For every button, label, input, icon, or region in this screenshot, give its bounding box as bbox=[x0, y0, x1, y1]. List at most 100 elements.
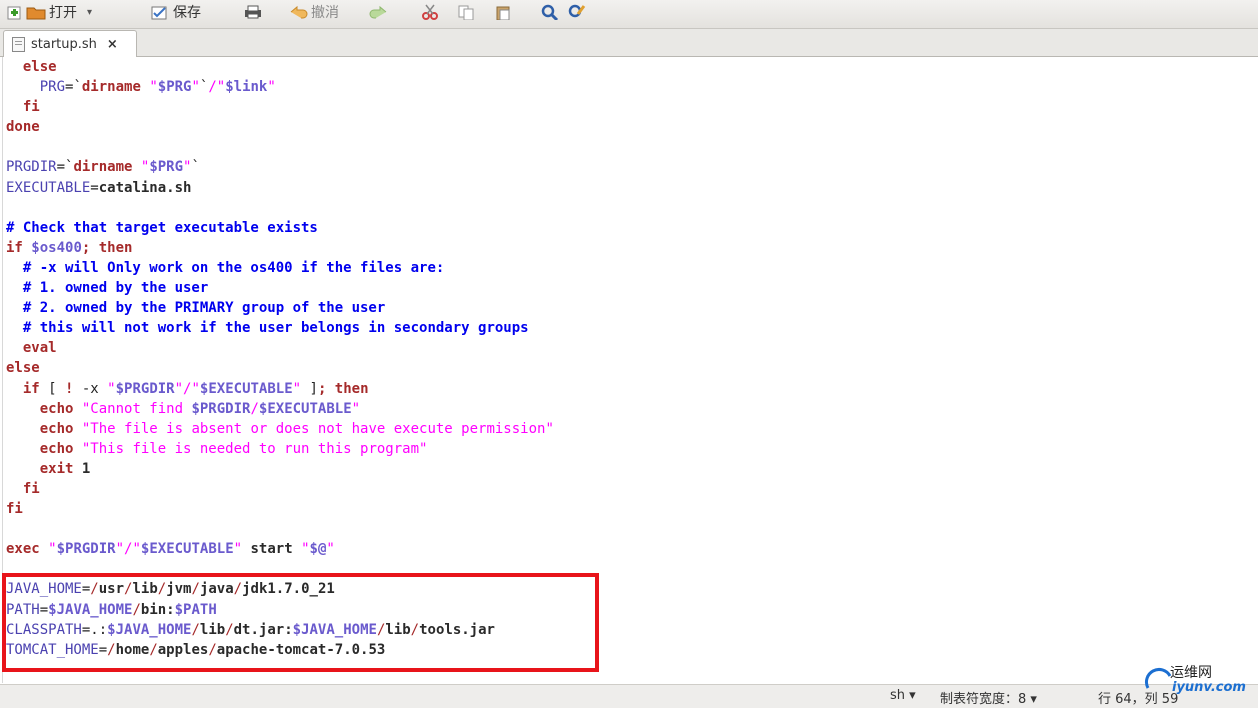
code-token: "/" bbox=[174, 380, 200, 397]
folder-icon bbox=[26, 4, 46, 20]
code-token: exec bbox=[6, 541, 40, 558]
code-token: "/" bbox=[115, 541, 141, 558]
code-line[interactable]: PRGDIR=`dirname "$PRG"` bbox=[6, 157, 554, 177]
watermark: 运维网 iyunv.com bbox=[1144, 658, 1254, 702]
search-replace-icon bbox=[567, 4, 586, 20]
save-label: 保存 bbox=[173, 5, 201, 21]
code-line[interactable]: echo "The file is absent or does not hav… bbox=[6, 419, 554, 439]
new-document-icon bbox=[6, 4, 24, 20]
code-token: $EXECUTABLE bbox=[199, 380, 293, 397]
tab-startup-sh[interactable]: startup.sh × bbox=[3, 30, 137, 57]
code-token: catalina.sh bbox=[98, 179, 192, 196]
undo-label: 撤消 bbox=[311, 5, 339, 21]
code-token: PRGDIR bbox=[6, 159, 57, 176]
paste-icon bbox=[494, 4, 512, 21]
code-line[interactable]: # Check that target executable exists bbox=[6, 218, 554, 238]
close-icon[interactable]: × bbox=[107, 37, 118, 52]
code-token: PRG bbox=[39, 79, 66, 96]
code-token: exit bbox=[6, 460, 74, 477]
watermark-url: iyunv.com bbox=[1172, 680, 1246, 695]
code-token: -x bbox=[73, 380, 108, 397]
code-line[interactable]: eval bbox=[6, 338, 554, 358]
code-line[interactable]: if [ ! -x "$PRGDIR"/"$EXECUTABLE" ]; the… bbox=[6, 379, 554, 399]
code-line[interactable] bbox=[6, 137, 554, 157]
code-token: $link bbox=[225, 79, 268, 96]
code-line[interactable]: fi bbox=[6, 499, 554, 519]
code-token: echo bbox=[6, 400, 74, 417]
code-line[interactable]: # this will not work if the user belongs… bbox=[6, 318, 554, 338]
code-token: " bbox=[48, 541, 57, 558]
code-token: " bbox=[267, 79, 276, 96]
scissors-icon bbox=[420, 4, 438, 20]
code-token: [ bbox=[39, 380, 66, 397]
code-line[interactable]: fi bbox=[6, 97, 554, 117]
chevron-down-icon[interactable]: ▾ bbox=[87, 7, 92, 18]
code-token: $EXECUTABLE bbox=[258, 400, 352, 417]
code-line[interactable] bbox=[6, 519, 554, 539]
code-token: 1 bbox=[73, 460, 91, 477]
code-line[interactable]: exec "$PRGDIR"/"$EXECUTABLE" start "$@" bbox=[6, 539, 554, 559]
save-button[interactable]: 保存 bbox=[150, 0, 201, 24]
code-token: done bbox=[6, 119, 40, 136]
code-token: " bbox=[292, 380, 302, 397]
undo-button[interactable]: 撤消 bbox=[288, 0, 339, 24]
code-token: # Check that target executable exists bbox=[6, 219, 318, 236]
code-line[interactable]: # 2. owned by the PRIMARY group of the u… bbox=[6, 298, 554, 318]
printer-icon bbox=[243, 4, 261, 20]
code-token: " bbox=[233, 541, 243, 558]
paste-button[interactable] bbox=[494, 0, 512, 24]
code-token: # 1. owned by the user bbox=[22, 280, 209, 297]
new-button[interactable] bbox=[6, 0, 24, 24]
code-line[interactable]: done bbox=[6, 117, 554, 137]
cut-button[interactable] bbox=[420, 0, 438, 24]
code-line[interactable]: # -x will Only work on the os400 if the … bbox=[6, 258, 554, 278]
code-line[interactable]: # 1. owned by the user bbox=[6, 278, 554, 298]
code-line[interactable]: exit 1 bbox=[6, 459, 554, 479]
code-line[interactable]: if $os400; then bbox=[6, 238, 554, 258]
code-token: echo bbox=[6, 420, 74, 437]
copy-button[interactable] bbox=[456, 0, 474, 24]
open-button[interactable]: 打开 ▾ bbox=[26, 0, 92, 24]
tab-bar: startup.sh × bbox=[0, 29, 1258, 57]
code-line[interactable]: echo "Cannot find $PRGDIR/$EXECUTABLE" bbox=[6, 399, 554, 419]
code-line[interactable]: else bbox=[6, 358, 554, 378]
tab-width-selector[interactable]: 制表符宽度：8 ▾ bbox=[940, 688, 1037, 707]
text-editor[interactable]: else PRG=`dirname "$PRG"`/"$link" fi done… bbox=[0, 57, 1258, 683]
code-token: $PRGDIR bbox=[191, 400, 251, 417]
code-token: " bbox=[351, 400, 361, 417]
code-token: else bbox=[6, 360, 40, 377]
undo-icon bbox=[288, 4, 308, 20]
code-line[interactable]: else bbox=[6, 57, 554, 77]
code-token: " bbox=[149, 79, 158, 96]
search-button[interactable] bbox=[540, 0, 559, 24]
code-line[interactable]: fi bbox=[6, 479, 554, 499]
code-token: echo bbox=[6, 440, 74, 457]
redo-icon bbox=[369, 4, 387, 20]
language-selector[interactable]: sh ▾ bbox=[890, 688, 916, 703]
code-token: # 2. owned by the PRIMARY group of the u… bbox=[22, 300, 386, 317]
code-token: fi bbox=[6, 99, 40, 116]
print-button[interactable] bbox=[243, 0, 261, 24]
code-token: $PRGDIR bbox=[56, 541, 116, 558]
code-area[interactable]: else PRG=`dirname "$PRG"`/"$link" fi done… bbox=[6, 57, 554, 660]
watermark-text: 运维网 bbox=[1170, 665, 1212, 681]
code-token: if bbox=[6, 380, 40, 397]
code-token: EXECUTABLE bbox=[6, 179, 91, 196]
redo-button[interactable] bbox=[369, 0, 387, 24]
code-line[interactable]: echo "This file is needed to run this pr… bbox=[6, 439, 554, 459]
code-token: ` bbox=[191, 159, 200, 176]
replace-button[interactable] bbox=[567, 0, 586, 24]
code-line[interactable]: EXECUTABLE=catalina.sh bbox=[6, 178, 554, 198]
open-label: 打开 bbox=[49, 5, 77, 21]
code-token: $PRG bbox=[157, 79, 192, 96]
code-line[interactable]: PRG=`dirname "$PRG"`/"$link" bbox=[6, 77, 554, 97]
code-token: start bbox=[250, 541, 293, 558]
code-token: $os400 bbox=[31, 239, 82, 256]
code-line[interactable] bbox=[6, 198, 554, 218]
